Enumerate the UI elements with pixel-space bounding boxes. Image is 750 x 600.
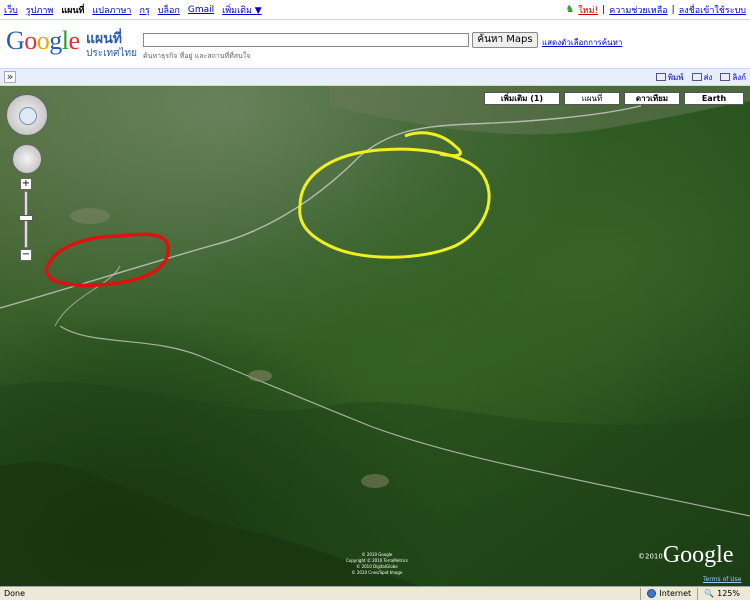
pan-center-icon (19, 107, 37, 125)
nav-gmail[interactable]: Gmail (188, 5, 214, 15)
nav-groups[interactable]: กรุ (140, 3, 150, 17)
help-link[interactable]: ความช่วยเหลือ (609, 3, 667, 17)
zoom-out-button[interactable]: − (20, 249, 32, 261)
send-link[interactable]: ส่ง (691, 71, 713, 84)
earth-view-button[interactable]: Earth (684, 92, 744, 105)
map-google-logo: ©2010Google (638, 542, 733, 569)
person-icon: ♞ (565, 4, 575, 15)
print-link[interactable]: พิมพ์ (655, 71, 684, 84)
maps-subtitle: ประเทศไทย (86, 48, 137, 59)
search-maps-button[interactable]: ค้นหา Maps (472, 32, 538, 48)
status-text: Done (4, 589, 26, 598)
look-around-control[interactable] (12, 144, 42, 174)
toolbar-links: พิมพ์ ส่ง ลิงก์ (655, 71, 746, 84)
more-layers-button[interactable]: เพิ่มเติม (1) (484, 92, 560, 105)
map-toolbar: » พิมพ์ ส่ง ลิงก์ (0, 68, 750, 86)
separator: | (671, 4, 675, 15)
pan-control[interactable] (6, 94, 48, 136)
link-label: ลิงก์ (732, 72, 746, 82)
nav-blogs[interactable]: บล็อก (158, 3, 180, 17)
nav-images[interactable]: รูปภาพ (26, 3, 53, 17)
zoom-level[interactable]: 🔍 125% (697, 587, 746, 600)
top-nav-links: เว็บ รูปภาพ แผนที่ แปลภาษา กรุ บล็อก Gma… (4, 3, 262, 17)
printer-icon (655, 73, 666, 81)
chain-link-icon (720, 73, 731, 81)
link-link[interactable]: ลิงก์ (720, 71, 746, 84)
map-canvas[interactable]: เพิ่มเติม (1) แผนที่ ดาวเทียม Earth + − … (0, 86, 750, 586)
zoom-value: 125% (717, 588, 740, 598)
nav-translate[interactable]: แปลภาษา (92, 3, 131, 17)
header: Google แผนที่ ประเทศไทย ค้นหา Maps แสดงต… (0, 20, 750, 66)
browser-status-bar: Done Internet 🔍 125% (0, 586, 750, 600)
nav-web[interactable]: เว็บ (4, 3, 18, 17)
new-link[interactable]: ใหม่! (578, 3, 598, 17)
search-hint: ค้นหาธุรกิจ ที่อยู่ และสถานที่ที่สนใจ (143, 52, 251, 60)
print-label: พิมพ์ (667, 72, 684, 82)
satellite-view-button[interactable]: ดาวเทียม (624, 92, 680, 105)
terms-of-use-link[interactable]: Terms of Use (703, 576, 741, 583)
envelope-icon (691, 73, 702, 81)
sign-in-link[interactable]: ลงชื่อเข้าใช้ระบบ (679, 3, 746, 17)
zoom-in-button[interactable]: + (20, 178, 32, 190)
security-zone: Internet (640, 587, 697, 600)
map-type-switcher: เพิ่มเติม (1) แผนที่ ดาวเทียม Earth (484, 92, 744, 105)
top-right-links: ♞ ใหม่! | ความช่วยเหลือ | ลงชื่อเข้าใช้ร… (565, 3, 746, 17)
search-input[interactable] (143, 33, 469, 47)
zone-label: Internet (659, 588, 692, 598)
separator: | (602, 4, 606, 15)
map-copyright: © 2010 Google Copyright © 2010 TerraMetr… (346, 552, 408, 576)
map-view-button[interactable]: แผนที่ (564, 92, 620, 105)
zoom-slider-handle[interactable] (19, 215, 33, 221)
google-logo[interactable]: Google (6, 26, 80, 56)
copyright-line: © 2010 Cnes/Spot Image (351, 570, 403, 575)
globe-icon (647, 589, 657, 598)
top-navigation-bar: เว็บ รูปภาพ แผนที่ แปลภาษา กรุ บล็อก Gma… (0, 0, 750, 20)
nav-more[interactable]: เพิ่มเติม ▼ (222, 3, 262, 17)
logo-text: Google (662, 542, 734, 568)
send-label: ส่ง (703, 72, 713, 82)
nav-maps-current: แผนที่ (61, 5, 85, 16)
logo-year: ©2010 (638, 552, 663, 561)
magnifier-icon: 🔍 (704, 588, 715, 598)
collapse-panel-button[interactable]: » (4, 71, 16, 83)
search-options-link[interactable]: แสดงตัวเลือกการค้นหา (542, 36, 622, 49)
satellite-imagery (0, 86, 750, 586)
